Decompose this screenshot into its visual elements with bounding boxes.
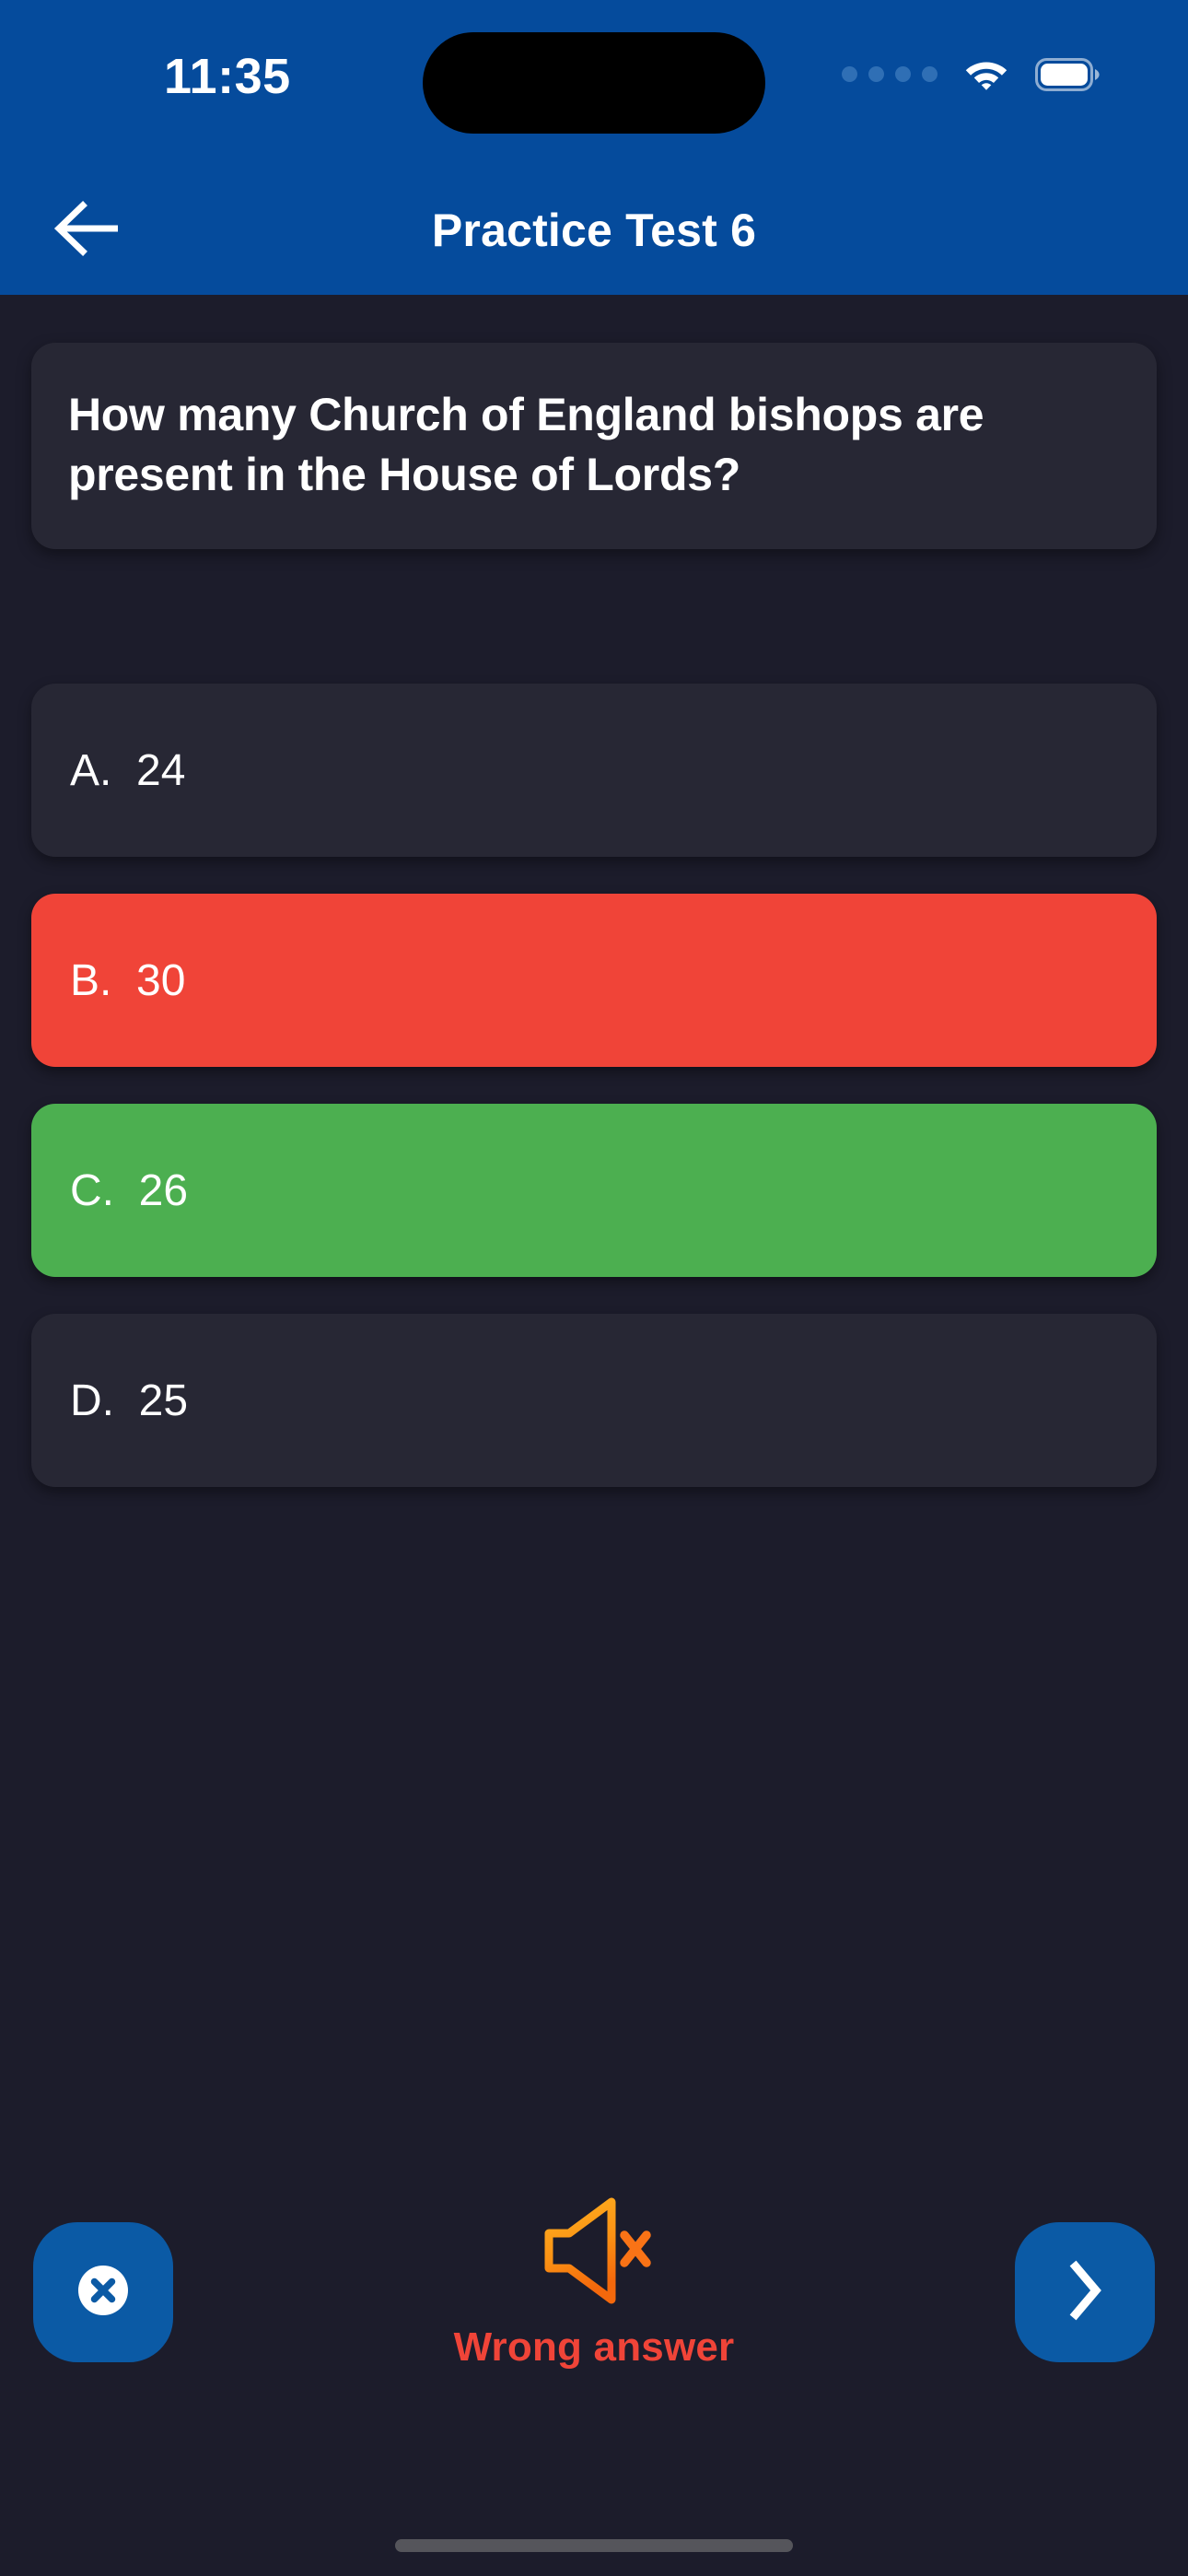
answer-option-b-label: B. 30 [70,955,186,1005]
question-card: How many Church of England bishops are p… [31,343,1157,549]
chevron-right-icon [1063,2257,1107,2328]
battery-full-icon [1035,57,1100,91]
answer-feedback: Wrong answer [173,2195,1015,2371]
question-text: How many Church of England bishops are p… [68,389,984,500]
arrow-left-icon [53,200,123,262]
speaker-mute-icon[interactable] [534,2195,654,2312]
quiz-content: How many Church of England bishops are p… [0,295,1188,2576]
bottom-action-bar: Wrong answer [0,2191,1188,2467]
answer-option-c-label: C. 26 [70,1165,189,1215]
page-title: Practice Test 6 [431,205,757,256]
signal-dots-icon [842,66,938,82]
home-indicator [395,2539,793,2552]
status-time: 11:35 [164,49,291,104]
answer-option-d-label: D. 25 [70,1376,189,1425]
answer-option-b[interactable]: B. 30 [31,894,1157,1067]
dynamic-island [423,32,765,134]
feedback-text: Wrong answer [453,2324,735,2370]
answer-option-d[interactable]: D. 25 [31,1314,1157,1487]
answer-options-list: A. 24 B. 30 C. 26 D. 25 [31,684,1157,1487]
answer-option-c[interactable]: C. 26 [31,1104,1157,1277]
app-screen: 11:35 Practice Test 6 How many Church of… [0,0,1188,2576]
wifi-icon [961,53,1011,95]
next-button[interactable] [1015,2222,1155,2362]
status-bar: 11:35 [0,0,1188,166]
status-icons [842,53,1100,95]
answer-option-a[interactable]: A. 24 [31,684,1157,857]
close-button[interactable] [33,2222,173,2362]
answer-option-a-label: A. 24 [70,745,186,795]
back-button[interactable] [44,186,133,275]
close-circle-icon [69,2256,137,2329]
navigation-bar: Practice Test 6 [0,166,1188,295]
